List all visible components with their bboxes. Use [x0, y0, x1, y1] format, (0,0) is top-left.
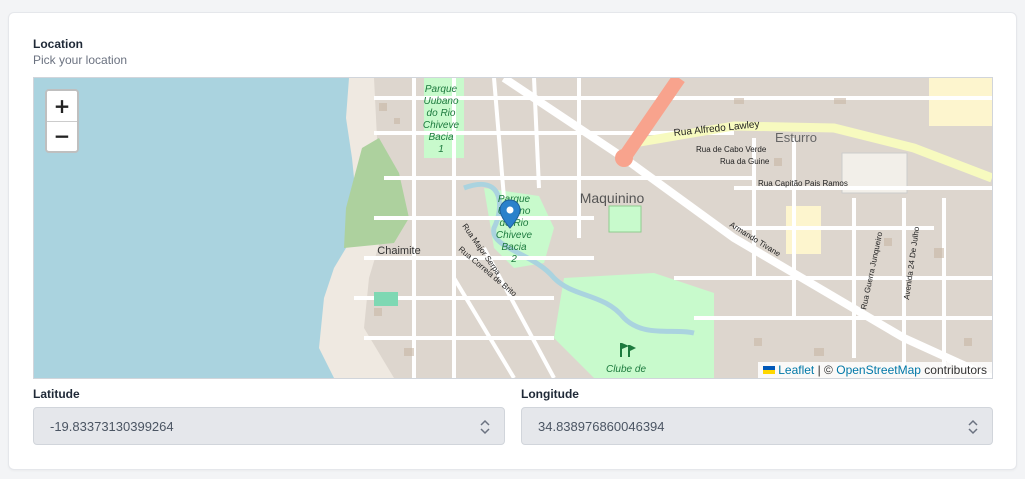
attribution-contributors: contributors	[924, 363, 987, 377]
guine-label: Rua da Guine	[720, 157, 770, 166]
map-attribution: Leaflet | © OpenStreetMap contributors	[758, 362, 992, 378]
openstreetmap-link[interactable]: OpenStreetMap	[836, 363, 921, 377]
park2-label-6: 2	[510, 254, 517, 265]
cabo-verde-label: Rua de Cabo Verde	[696, 145, 767, 154]
golf-label-1: Clube de	[606, 364, 646, 375]
park1-label-6: 1	[438, 144, 444, 155]
zoom-control: + −	[45, 89, 79, 153]
latitude-value: -19.83373130399264	[50, 418, 174, 434]
location-card: Location Pick your location Parque Uuban…	[8, 12, 1017, 470]
ukraine-flag-icon	[763, 366, 776, 374]
attribution-separator: | ©	[817, 363, 833, 377]
park1-label-4: Chiveve	[423, 120, 460, 131]
park2-label-4: Chiveve	[496, 230, 533, 241]
latitude-label: Latitude	[33, 387, 80, 401]
zoom-in-button[interactable]: +	[47, 91, 77, 121]
park1-label-3: do Rio	[427, 108, 456, 119]
leaflet-link[interactable]: Leaflet	[778, 363, 814, 377]
latitude-stepper-icon[interactable]	[480, 419, 490, 435]
longitude-value: 34.838976860046394	[538, 418, 665, 434]
zoom-out-button[interactable]: −	[47, 121, 77, 150]
chaimite-label: Chaimite	[377, 245, 420, 257]
location-map[interactable]: Parque Uubano do Rio Chiveve Bacia 1 Par…	[33, 77, 993, 379]
longitude-label: Longitude	[521, 387, 579, 401]
longitude-stepper-icon[interactable]	[968, 419, 978, 435]
longitude-input[interactable]: 34.838976860046394	[521, 407, 993, 445]
maquinino-label: Maquinino	[580, 190, 645, 206]
location-title: Location	[33, 37, 83, 51]
capitao-label: Rua Capitão Pais Ramos	[758, 179, 848, 188]
latitude-input[interactable]: -19.83373130399264	[33, 407, 505, 445]
park1-label-2: Uubano	[423, 96, 458, 107]
esturro-label: Esturro	[775, 130, 817, 145]
park1-label-1: Parque	[425, 84, 458, 95]
park2-label-5: Bacia	[501, 242, 526, 253]
map-tiles: Parque Uubano do Rio Chiveve Bacia 1 Par…	[34, 78, 992, 378]
location-subtitle: Pick your location	[33, 53, 128, 67]
park1-label-5: Bacia	[428, 132, 453, 143]
